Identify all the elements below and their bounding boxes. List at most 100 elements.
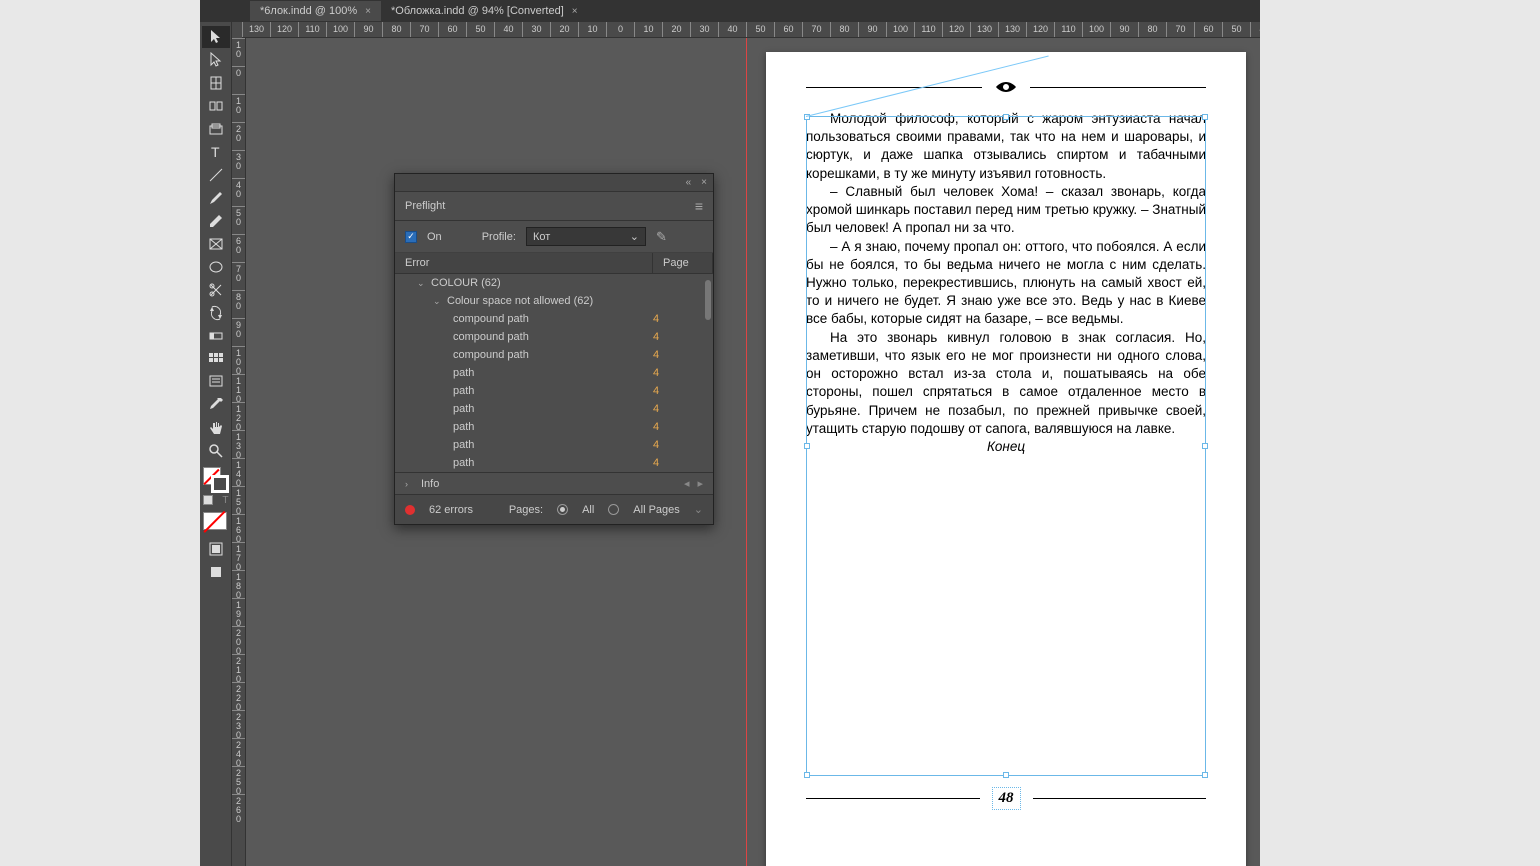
prev-icon[interactable]: ◂ — [684, 477, 690, 490]
pen-tool[interactable] — [202, 187, 230, 209]
eyedropper-tool[interactable] — [202, 394, 230, 416]
page-spread[interactable]: Молодой философ, который с жаром энтузиа… — [766, 52, 1246, 866]
document-canvas[interactable]: Молодой философ, который с жаром энтузиа… — [246, 38, 1260, 866]
error-item-row[interactable]: path4 — [395, 436, 713, 454]
line-tool[interactable] — [202, 164, 230, 186]
error-item-page[interactable]: 4 — [653, 457, 703, 469]
stroke-swatch[interactable] — [211, 475, 229, 493]
rectangle-frame-tool[interactable] — [202, 233, 230, 255]
ruler-tick: 90 — [1110, 22, 1138, 37]
type-tool[interactable]: T — [202, 141, 230, 163]
close-icon[interactable]: × — [701, 177, 707, 188]
zoom-tool[interactable] — [202, 440, 230, 462]
error-item-page[interactable]: 4 — [653, 349, 703, 361]
error-item-row[interactable]: compound path4 — [395, 328, 713, 346]
document-tab[interactable]: *6лок.indd @ 100% × — [250, 1, 381, 21]
pencil-tool[interactable] — [202, 210, 230, 232]
hand-tool[interactable] — [202, 417, 230, 439]
ruler-tick: 20 — [662, 22, 690, 37]
on-checkbox[interactable]: ✓ — [405, 231, 417, 243]
close-icon[interactable]: × — [365, 6, 371, 17]
info-section-row[interactable]: › Info ◂ ▸ — [395, 472, 713, 494]
content-collector-tool[interactable] — [202, 118, 230, 140]
ruler-tick: 100 — [232, 346, 245, 374]
chevron-down-icon[interactable]: ⌄ — [694, 503, 703, 516]
ruler-tick: 10 — [232, 38, 245, 66]
gradient-swatch-tool[interactable] — [202, 325, 230, 347]
pages-range-radio[interactable] — [608, 504, 619, 515]
error-item-page[interactable]: 4 — [653, 403, 703, 415]
view-mode-normal[interactable] — [202, 538, 230, 560]
ruler-tick: 80 — [232, 290, 245, 318]
error-item-row[interactable]: compound path4 — [395, 346, 713, 364]
apply-none-swatch[interactable] — [203, 512, 227, 530]
horizontal-ruler[interactable]: 1301201101009080706050403020100102030405… — [242, 22, 1260, 38]
chevron-down-icon[interactable]: ⌄ — [433, 296, 443, 307]
panel-menu-icon[interactable]: ≡ — [695, 198, 703, 214]
column-header-page[interactable]: Page — [653, 253, 713, 273]
profile-dropdown[interactable]: Кот ⌄ — [526, 227, 646, 246]
close-icon[interactable]: × — [572, 6, 578, 17]
error-item-page[interactable]: 4 — [653, 385, 703, 397]
ruler-tick: 40 — [232, 178, 245, 206]
apply-color-indicator[interactable] — [203, 512, 229, 532]
free-transform-tool[interactable] — [202, 302, 230, 324]
ruler-tick: 40 — [718, 22, 746, 37]
error-item-page[interactable]: 4 — [653, 439, 703, 451]
pages-label: Pages: — [509, 504, 543, 516]
ruler-tick: 130 — [970, 22, 998, 37]
page-text-frame[interactable]: Молодой философ, который с жаром энтузиа… — [806, 110, 1206, 456]
next-icon[interactable]: ▸ — [697, 477, 703, 490]
ruler-tick: 60 — [1194, 22, 1222, 37]
chevron-down-icon[interactable]: ⌄ — [417, 278, 427, 289]
error-item-row[interactable]: path4 — [395, 400, 713, 418]
error-item-page[interactable]: 4 — [653, 331, 703, 343]
error-item-page[interactable]: 4 — [653, 313, 703, 325]
page-number[interactable]: 48 — [992, 787, 1021, 810]
paragraph: Молодой философ, который с жаром энтузиа… — [806, 110, 1206, 183]
fill-stroke-indicator[interactable] — [203, 467, 229, 493]
ruler-tick: 40 — [494, 22, 522, 37]
document-tab-bar: *6лок.indd @ 100% × *Обложка.indd @ 94% … — [200, 0, 1260, 22]
ruler-tick: 100 — [326, 22, 354, 37]
error-item-row[interactable]: path4 — [395, 454, 713, 472]
eye-icon — [994, 80, 1018, 94]
note-tool[interactable] — [202, 371, 230, 393]
panel-title-bar[interactable]: Preflight ≡ — [395, 192, 713, 221]
scrollbar-thumb[interactable] — [705, 280, 711, 320]
error-item-page[interactable]: 4 — [653, 421, 703, 433]
column-header-error[interactable]: Error — [395, 253, 653, 273]
error-item-row[interactable]: compound path 4 — [395, 310, 713, 328]
ruler-tick: 260 — [232, 794, 245, 822]
embed-profile-icon[interactable]: ✎ — [656, 229, 667, 245]
preflight-panel[interactable]: « × Preflight ≡ ✓ On Profile: Кот ⌄ ✎ Er… — [394, 173, 714, 525]
selection-tool[interactable] — [202, 26, 230, 48]
chevron-right-icon[interactable]: › — [405, 479, 415, 489]
vertical-ruler[interactable]: 1001020304050607080901001101201301401501… — [232, 38, 246, 866]
error-item-row[interactable]: path4 — [395, 418, 713, 436]
pages-all-radio[interactable] — [557, 504, 568, 515]
panel-header-controls[interactable]: « × — [395, 174, 713, 192]
rectangle-tool[interactable] — [202, 256, 230, 278]
ruler-tick: 20 — [550, 22, 578, 37]
error-item-label: compound path — [453, 313, 529, 325]
error-group-row[interactable]: ⌄COLOUR (62) — [395, 274, 713, 292]
direct-selection-tool[interactable] — [202, 49, 230, 71]
gap-tool[interactable] — [202, 95, 230, 117]
document-tab[interactable]: *Обложка.indd @ 94% [Converted] × — [381, 1, 588, 21]
error-item-row[interactable]: path4 — [395, 364, 713, 382]
format-container-text-toggle[interactable]: T — [203, 495, 229, 506]
error-group-row[interactable]: ⌄Colour space not allowed (62) — [395, 292, 713, 310]
error-item-page[interactable]: 4 — [653, 367, 703, 379]
ruler-tick: 70 — [410, 22, 438, 37]
scissors-tool[interactable] — [202, 279, 230, 301]
error-count: 62 errors — [429, 504, 473, 516]
error-item-row[interactable]: path 4 — [395, 382, 713, 400]
collapse-icon[interactable]: « — [686, 177, 692, 188]
page-tool[interactable] — [202, 72, 230, 94]
view-mode-preview[interactable] — [202, 561, 230, 583]
gradient-feather-tool[interactable] — [202, 348, 230, 370]
ruler-tick: 110 — [298, 22, 326, 37]
error-list[interactable]: ⌄COLOUR (62) ⌄Colour space not allowed (… — [395, 274, 713, 472]
error-item-label: path — [453, 385, 474, 397]
